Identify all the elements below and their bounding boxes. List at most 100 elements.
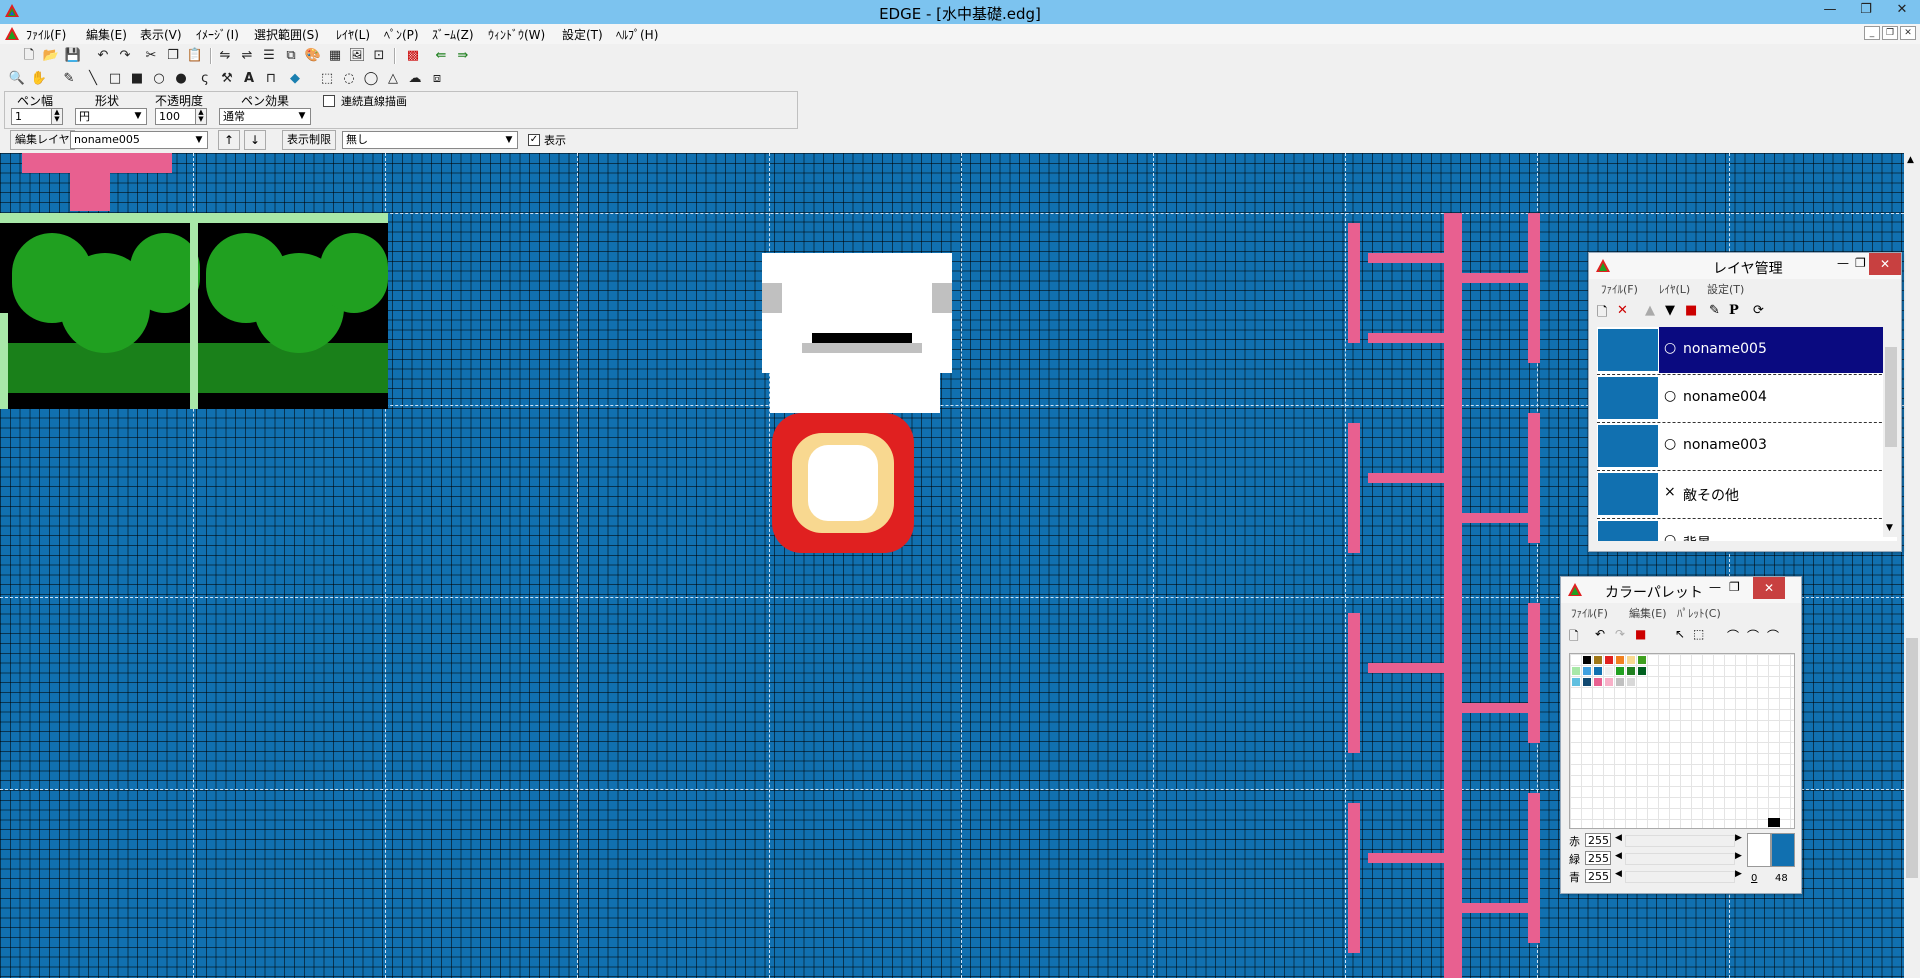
- layer-visibility[interactable]: ○: [1664, 340, 1676, 356]
- color-swatch[interactable]: [1637, 666, 1647, 676]
- color-swatch[interactable]: [1571, 677, 1581, 687]
- pen-width-field[interactable]: 1: [11, 108, 55, 125]
- grid-icon[interactable]: ▩: [404, 48, 422, 64]
- zoom-icon[interactable]: 🔍: [8, 71, 26, 87]
- panel-close-button[interactable]: ✕: [1753, 577, 1785, 599]
- menu-help[interactable]: ﾍﾙﾌﾟ(H): [616, 26, 658, 43]
- range-select-icon[interactable]: ⬚: [1693, 627, 1704, 641]
- rect-select-icon[interactable]: ⬚: [318, 71, 336, 87]
- color-swatch[interactable]: [1593, 655, 1603, 665]
- color-swatch[interactable]: [1626, 666, 1636, 676]
- gradient2-icon[interactable]: ⌒: [1747, 627, 1759, 644]
- menu-settings[interactable]: 設定(T): [562, 26, 603, 43]
- ellipse-select-icon[interactable]: ◌: [340, 71, 358, 87]
- mdi-restore-button[interactable]: ❐: [1882, 26, 1898, 40]
- layer-row[interactable]: ○ 背景: [1597, 519, 1897, 541]
- delete-layer-icon[interactable]: ✕: [1617, 303, 1628, 318]
- copy-icon[interactable]: ❐: [164, 48, 182, 64]
- text-icon[interactable]: A: [240, 71, 258, 87]
- close-button[interactable]: ✕: [1884, 0, 1920, 22]
- move-down-icon[interactable]: ▼: [1665, 303, 1675, 318]
- pen-width-spinner[interactable]: ▲ ▼: [51, 108, 63, 125]
- color-swatch[interactable]: [1593, 666, 1603, 676]
- layer-down-button[interactable]: ↓: [244, 130, 266, 150]
- select-arrow-icon[interactable]: ↖: [1675, 627, 1685, 641]
- undo-icon[interactable]: ↶: [1595, 627, 1605, 641]
- edit-layer-select[interactable]: noname005: [70, 131, 208, 149]
- export-icon[interactable]: ⇛: [454, 48, 472, 64]
- blue-slider-left[interactable]: ◀: [1615, 869, 1622, 879]
- color-swatch[interactable]: [1604, 655, 1614, 665]
- color-swatch[interactable]: [1626, 655, 1636, 665]
- minimize-button[interactable]: —: [1812, 0, 1848, 22]
- red-slider[interactable]: [1625, 835, 1735, 847]
- redo-icon[interactable]: ↷: [116, 48, 134, 64]
- menu-edit[interactable]: 編集(E): [86, 26, 127, 43]
- color-swatch[interactable]: [1593, 677, 1603, 687]
- move-up-icon[interactable]: ▲: [1645, 303, 1655, 318]
- save-icon[interactable]: 💾: [64, 48, 82, 64]
- layer-menu-layer[interactable]: ﾚｲﾔ(L): [1659, 281, 1690, 297]
- redo-icon[interactable]: ↷: [1615, 627, 1625, 641]
- panel-minimize-button[interactable]: —: [1837, 256, 1849, 270]
- color-swatch[interactable]: [1626, 677, 1636, 687]
- chevron-down-icon[interactable]: ▼: [192, 133, 206, 148]
- palette-grid[interactable]: [1569, 653, 1795, 829]
- picker-icon[interactable]: ⚒: [218, 71, 236, 87]
- layer-visibility[interactable]: ○: [1664, 388, 1676, 404]
- vertical-scrollbar[interactable]: ▲: [1904, 153, 1920, 978]
- restore-button[interactable]: ❐: [1848, 0, 1884, 22]
- color-swatch[interactable]: [1582, 655, 1592, 665]
- display-limit-select[interactable]: 無し: [342, 131, 518, 149]
- gradient3-icon[interactable]: ⌒: [1767, 627, 1779, 644]
- scrollbar-thumb[interactable]: [1906, 638, 1918, 878]
- red-value[interactable]: 255: [1585, 833, 1611, 847]
- color-swatch[interactable]: [1571, 655, 1581, 665]
- flip-h-icon[interactable]: ⇋: [216, 48, 234, 64]
- layer-refresh-icon[interactable]: ⟳: [1753, 303, 1764, 318]
- palette-icon[interactable]: 🎨: [304, 48, 322, 64]
- blue-slider[interactable]: [1625, 871, 1735, 883]
- layer-menu-file[interactable]: ﾌｧｲﾙ(F): [1601, 281, 1638, 297]
- open-folder-icon[interactable]: 📂: [42, 48, 60, 64]
- green-slider[interactable]: [1625, 853, 1735, 865]
- red-slider-right[interactable]: ▶: [1735, 833, 1742, 843]
- preview-icon[interactable]: 🖼: [348, 48, 366, 64]
- color-swatch[interactable]: [1615, 655, 1625, 665]
- new-layer-icon[interactable]: 🗋: [1597, 303, 1607, 325]
- paste-icon[interactable]: 📋: [186, 48, 204, 64]
- scroll-up-icon[interactable]: ▲: [1907, 155, 1914, 165]
- color-swatch[interactable]: [1604, 666, 1614, 676]
- curve-icon[interactable]: ς: [196, 71, 214, 87]
- layer-up-button[interactable]: ↑: [218, 130, 240, 150]
- gradient-icon[interactable]: ⌒: [1727, 627, 1739, 644]
- menu-layer[interactable]: ﾚｲﾔ(L): [336, 26, 370, 43]
- layer-row[interactable]: ○ noname004: [1597, 375, 1897, 423]
- foreground-color-swatch[interactable]: [1747, 833, 1771, 867]
- import-icon[interactable]: ⇚: [432, 48, 450, 64]
- menu-selection[interactable]: 選択範囲(S): [254, 26, 319, 43]
- layer-row[interactable]: ○ noname005: [1597, 327, 1897, 375]
- fill-ellipse-icon[interactable]: ●: [172, 71, 190, 87]
- color-swatch[interactable]: [1604, 677, 1614, 687]
- color-picker-icon[interactable]: ■: [1635, 627, 1646, 641]
- opacity-spinner[interactable]: ▲ ▼: [195, 108, 207, 125]
- background-color-swatch[interactable]: [1771, 833, 1795, 867]
- lasso-select-icon[interactable]: ◯: [362, 71, 380, 87]
- palette-menu-file[interactable]: ﾌｧｲﾙ(F): [1571, 605, 1608, 621]
- film-icon[interactable]: ▦: [326, 48, 344, 64]
- bucket-icon[interactable]: ⊓: [262, 71, 280, 87]
- menu-pen[interactable]: ﾍﾟﾝ(P): [384, 26, 419, 43]
- chevron-down-icon[interactable]: ▼: [131, 109, 145, 124]
- flip-v-icon[interactable]: ⇌: [238, 48, 256, 64]
- menu-image[interactable]: ｲﾒｰｼﾞ(I): [196, 26, 239, 43]
- layer-visibility[interactable]: ×: [1664, 484, 1676, 500]
- layer-menu-settings[interactable]: 設定(T): [1707, 281, 1744, 297]
- mdi-close-button[interactable]: ✕: [1900, 26, 1916, 40]
- cloud-select-icon[interactable]: ☁: [406, 71, 424, 87]
- polygon-select-icon[interactable]: △: [384, 71, 402, 87]
- color-swatch[interactable]: [1615, 677, 1625, 687]
- mdi-minimize-button[interactable]: _: [1864, 26, 1880, 40]
- fill-icon[interactable]: ◆: [286, 71, 304, 87]
- opacity-field[interactable]: 100: [155, 108, 199, 125]
